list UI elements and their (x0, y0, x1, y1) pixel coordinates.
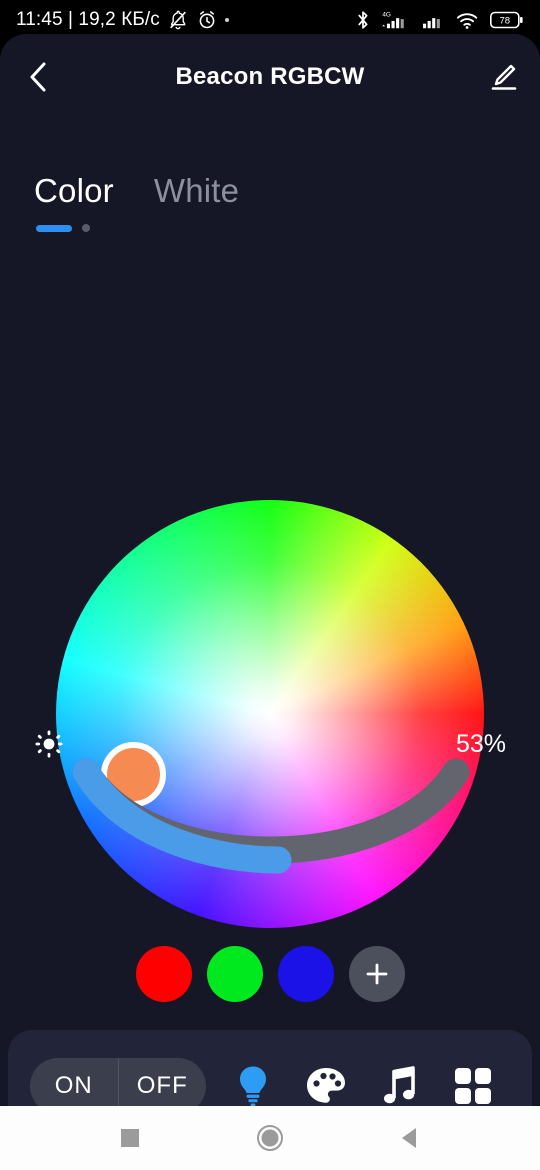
arc-slider-track (72, 758, 470, 874)
preset-green[interactable] (206, 946, 263, 1002)
tab-music-button[interactable] (373, 1059, 427, 1106)
alarm-clock-icon (199, 11, 215, 29)
bottom-toolbar: ON OFF (8, 1030, 532, 1106)
tab-color[interactable]: Color (34, 172, 114, 210)
android-navigation-bar (0, 1106, 540, 1170)
plus-icon (366, 963, 387, 985)
circle-home-icon (257, 1125, 283, 1151)
arc-track-filled[interactable] (72, 758, 292, 874)
tab-grid-scenes-button[interactable] (446, 1059, 500, 1106)
signal-second-sim-icon (423, 18, 440, 29)
tab-scenes-palette-button[interactable] (299, 1059, 353, 1106)
add-preset-button[interactable] (348, 946, 405, 1002)
lightbulb-icon (239, 1066, 266, 1106)
battery-icon: 78 (490, 11, 523, 29)
wifi-icon (456, 13, 478, 29)
chevron-left-icon (30, 62, 46, 92)
bluetooth-icon (358, 11, 368, 29)
status-time-traffic: 11:45 | 19,2 КБ/с (16, 9, 160, 30)
triangle-back-icon (402, 1128, 416, 1148)
toolbar-icons (206, 1059, 510, 1106)
page-indicator (0, 224, 540, 232)
back-nav-button[interactable] (382, 1116, 438, 1160)
preset-blue[interactable] (277, 946, 334, 1002)
preset-red[interactable] (135, 946, 192, 1002)
battery-percent-text: 78 (500, 16, 511, 27)
small-dot-icon (224, 18, 229, 22)
home-button[interactable] (242, 1116, 298, 1160)
bell-muted-icon (169, 10, 186, 30)
tab-light-button[interactable] (226, 1059, 280, 1106)
page-indicator-dot[interactable] (82, 224, 90, 232)
square-recents-icon (121, 1129, 139, 1147)
app-container: Beacon RGBCW Color White 53% ON OFF (0, 34, 540, 1106)
back-button[interactable] (14, 53, 62, 101)
recents-button[interactable] (102, 1116, 158, 1160)
preset-color-list (0, 946, 540, 1002)
palette-icon (307, 1068, 346, 1103)
page-title: Beacon RGBCW (175, 63, 365, 90)
phone-screen: 11:45 | 19,2 КБ/с 4G 78 Beacon RGBCW Col… (0, 0, 540, 1170)
power-toggle: ON OFF (30, 1058, 206, 1106)
app-header: Beacon RGBCW (0, 34, 540, 120)
power-off-button[interactable]: OFF (117, 1058, 207, 1106)
pencil-edit-icon (491, 64, 517, 90)
edit-name-button[interactable] (478, 53, 526, 101)
brightness-arc-slider[interactable] (0, 748, 540, 888)
music-note-icon (383, 1066, 415, 1104)
status-bar-right: 4G 78 (354, 9, 524, 31)
status-bar-left: 11:45 | 19,2 КБ/с (16, 9, 229, 31)
power-on-button[interactable]: ON (30, 1058, 118, 1106)
page-indicator-active[interactable] (36, 224, 72, 232)
svg-text:4G: 4G (382, 11, 391, 18)
grid-scenes-icon (455, 1068, 492, 1104)
signal-4g-icon: 4G (382, 11, 404, 29)
mode-tabs: Color White (0, 164, 540, 210)
tab-white[interactable]: White (154, 172, 239, 210)
